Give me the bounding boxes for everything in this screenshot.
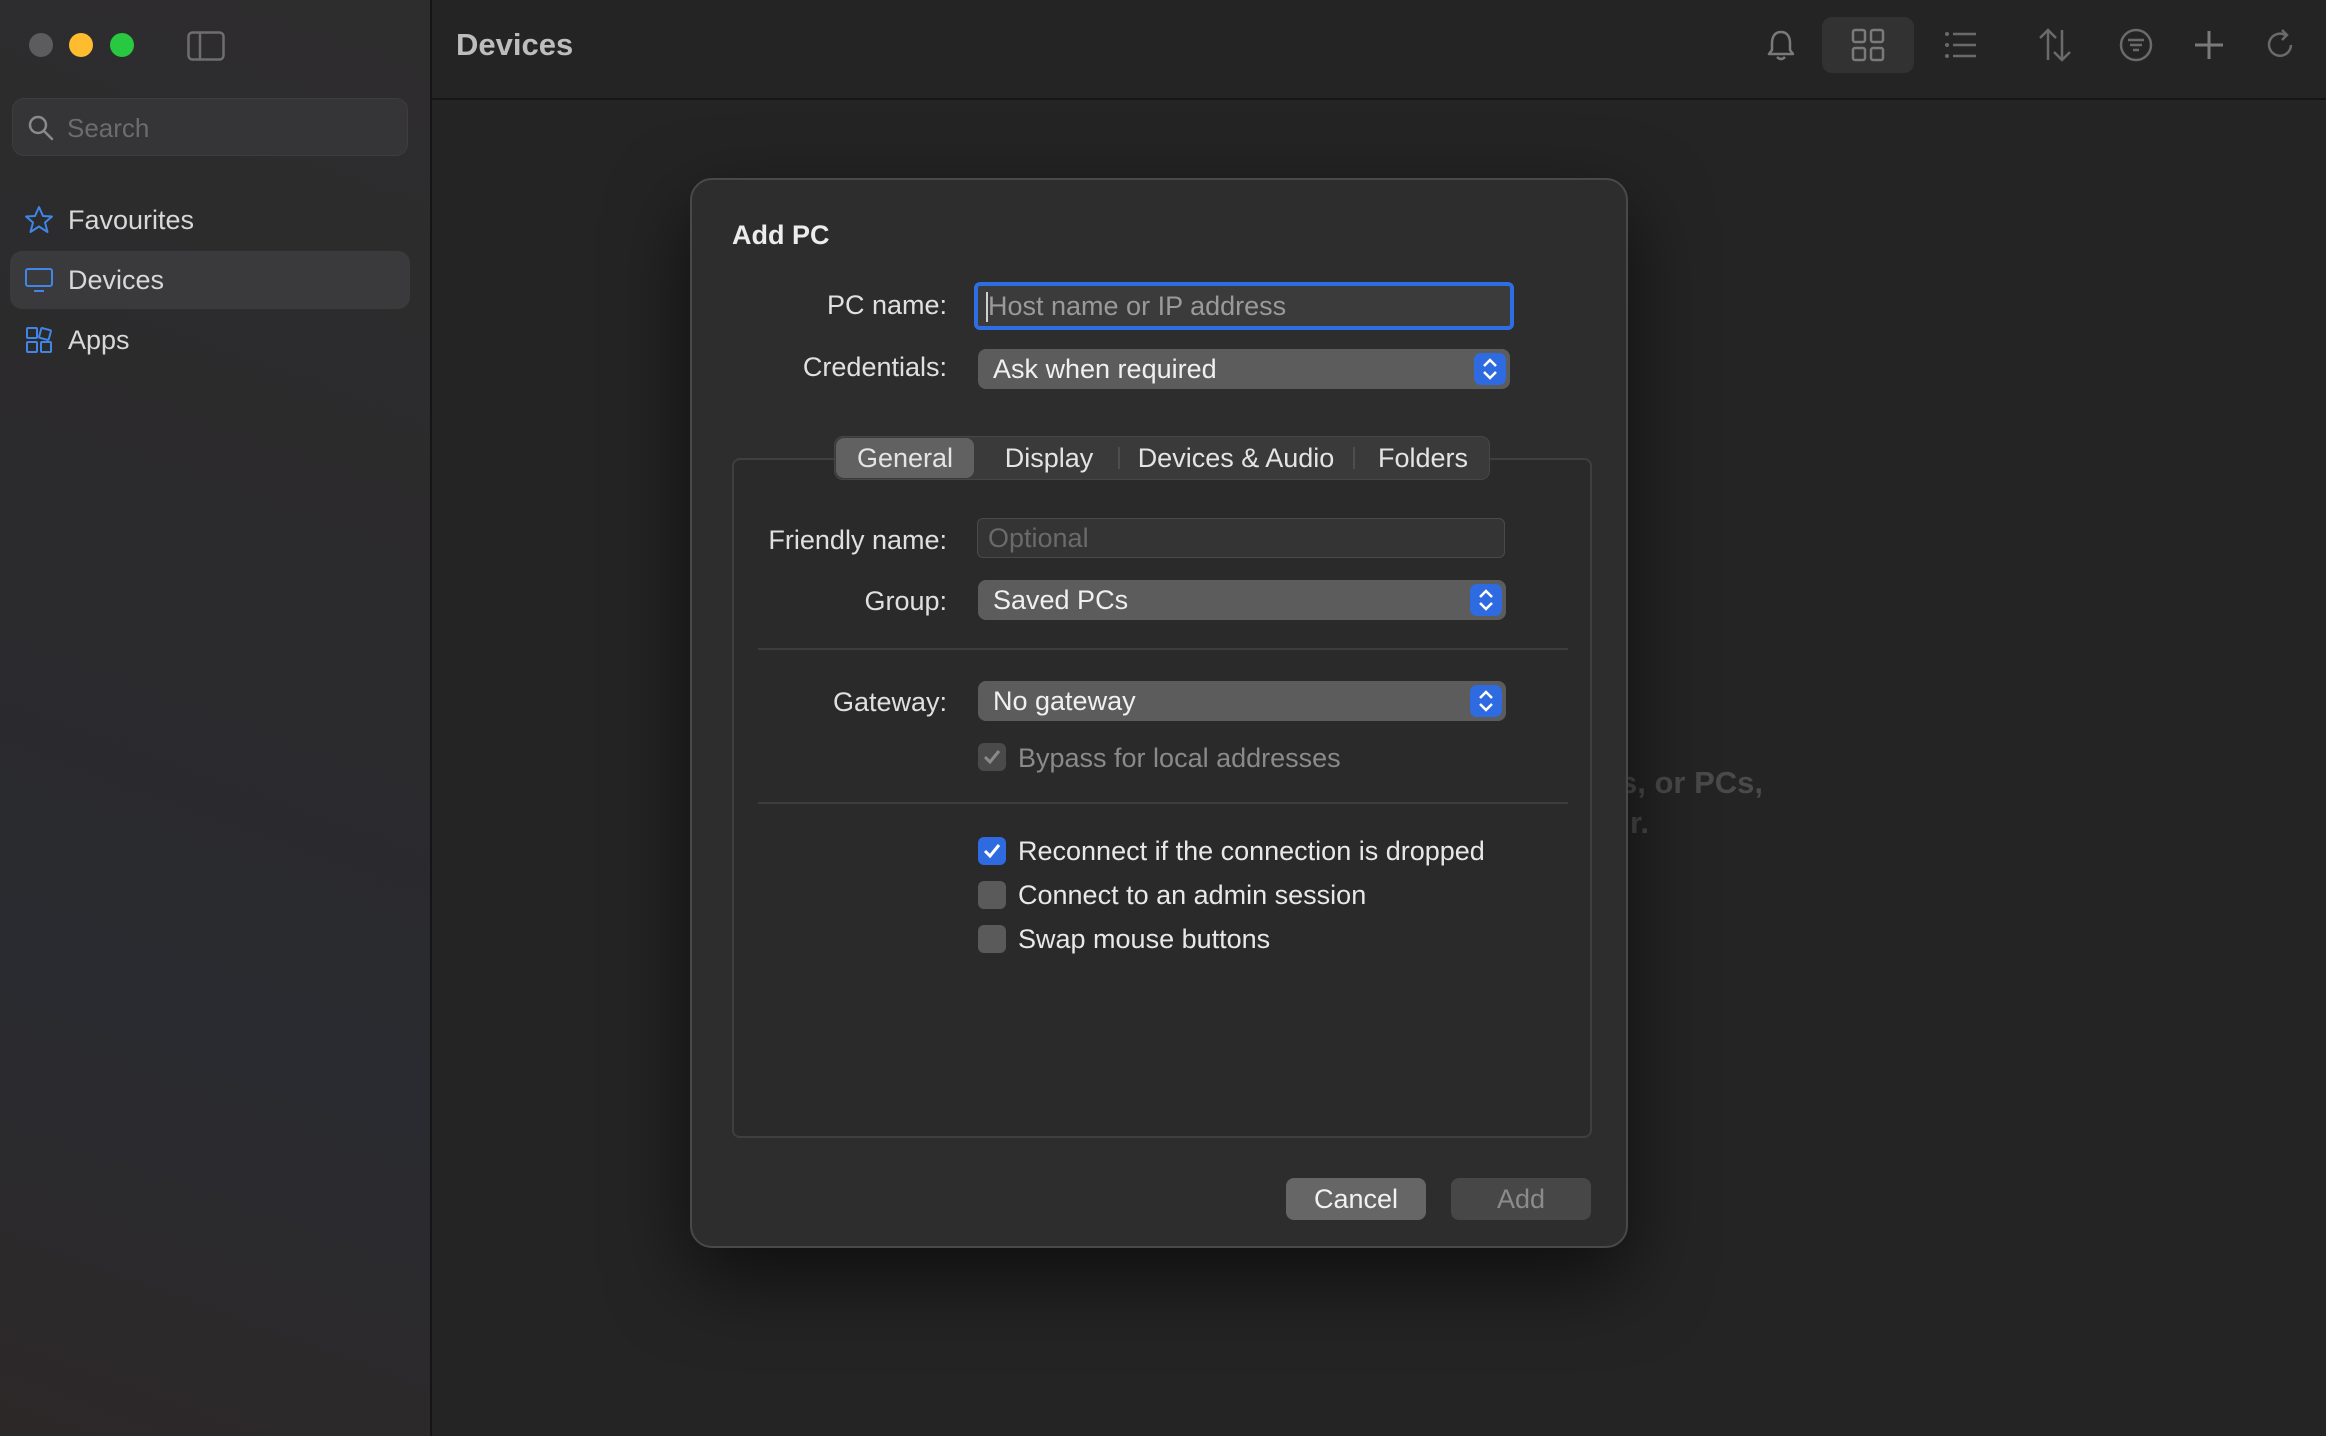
cancel-button[interactable]: Cancel: [1286, 1178, 1426, 1220]
chevron-up-down-icon: [1474, 353, 1506, 385]
search-icon: [28, 115, 54, 141]
empty-state-hint: s, or PCs,: [1620, 765, 1763, 800]
pc-name-input[interactable]: Host name or IP address: [974, 282, 1514, 330]
section-divider: [758, 648, 1568, 650]
toolbar-divider: [432, 98, 2326, 100]
tab-separator: [1118, 447, 1120, 469]
dialog-title: Add PC: [732, 220, 830, 250]
sort-icon[interactable]: [2034, 24, 2076, 66]
credentials-select[interactable]: Ask when required: [978, 349, 1510, 389]
monitor-icon: [25, 268, 53, 292]
sidebar: Search Favourites Devices Apps: [0, 0, 432, 1436]
star-icon: [25, 206, 53, 233]
gateway-label: Gateway:: [832, 687, 947, 717]
close-window-button[interactable]: [29, 33, 53, 57]
gateway-value: No gateway: [993, 686, 1136, 716]
admin-session-label: Connect to an admin session: [1018, 880, 1367, 910]
bypass-local-label: Bypass for local addresses: [1018, 743, 1341, 773]
search-input[interactable]: Search: [67, 113, 149, 144]
sidebar-item-apps[interactable]: Apps: [10, 311, 410, 369]
group-select[interactable]: Saved PCs: [978, 580, 1506, 620]
pc-name-label: PC name:: [826, 290, 947, 320]
gateway-select[interactable]: No gateway: [978, 681, 1506, 721]
swap-mouse-checkbox[interactable]: [978, 925, 1006, 953]
bell-icon[interactable]: [1760, 24, 1802, 66]
sidebar-item-label: Apps: [68, 325, 130, 355]
filter-icon[interactable]: [2115, 24, 2157, 66]
add-button[interactable]: Add: [1451, 1178, 1591, 1220]
credentials-label: Credentials:: [802, 352, 947, 382]
group-label: Group:: [864, 586, 947, 616]
tab-bar: General Display Devices & Audio Folders: [834, 436, 1490, 480]
admin-session-checkbox[interactable]: [978, 881, 1006, 909]
reconnect-label: Reconnect if the connection is dropped: [1018, 836, 1485, 866]
search-field[interactable]: Search: [12, 98, 408, 156]
credentials-value: Ask when required: [993, 354, 1217, 384]
maximize-window-button[interactable]: [110, 33, 134, 57]
empty-state-hint-line2: r.: [1630, 805, 1649, 840]
chevron-up-down-icon: [1470, 584, 1502, 616]
friendly-name-input[interactable]: Optional: [977, 518, 1505, 558]
sidebar-item-label: Favourites: [68, 205, 195, 235]
add-pc-dialog: Add PC PC name: Host name or IP address …: [690, 178, 1628, 1248]
page-title: Devices: [456, 27, 574, 62]
tab-devices-audio[interactable]: Devices & Audio: [1123, 437, 1349, 479]
tab-general[interactable]: General: [836, 438, 974, 478]
chevron-up-down-icon: [1470, 685, 1502, 717]
section-divider: [758, 802, 1568, 804]
tab-display[interactable]: Display: [985, 437, 1113, 479]
minimize-window-button[interactable]: [69, 33, 93, 57]
tab-panel: [732, 458, 1592, 1138]
tab-folders[interactable]: Folders: [1359, 437, 1487, 479]
text-caret: [986, 292, 988, 322]
sidebar-item-devices[interactable]: Devices: [10, 251, 410, 309]
group-value: Saved PCs: [993, 585, 1129, 615]
swap-mouse-label: Swap mouse buttons: [1018, 924, 1271, 954]
bypass-local-checkbox[interactable]: [978, 743, 1006, 771]
refresh-icon[interactable]: [2259, 24, 2301, 66]
sidebar-toggle-icon[interactable]: [187, 31, 225, 61]
grid-view-icon[interactable]: [1847, 24, 1889, 66]
list-view-icon[interactable]: [1940, 24, 1982, 66]
apps-icon: [26, 327, 52, 353]
friendly-name-placeholder: Optional: [988, 523, 1089, 553]
add-icon[interactable]: [2188, 24, 2230, 66]
sidebar-item-favourites[interactable]: Favourites: [10, 191, 410, 249]
reconnect-checkbox[interactable]: [978, 837, 1006, 865]
sidebar-item-label: Devices: [68, 265, 165, 295]
pc-name-placeholder: Host name or IP address: [988, 291, 1287, 321]
friendly-name-label: Friendly name:: [768, 525, 947, 555]
tab-separator: [1353, 447, 1355, 469]
